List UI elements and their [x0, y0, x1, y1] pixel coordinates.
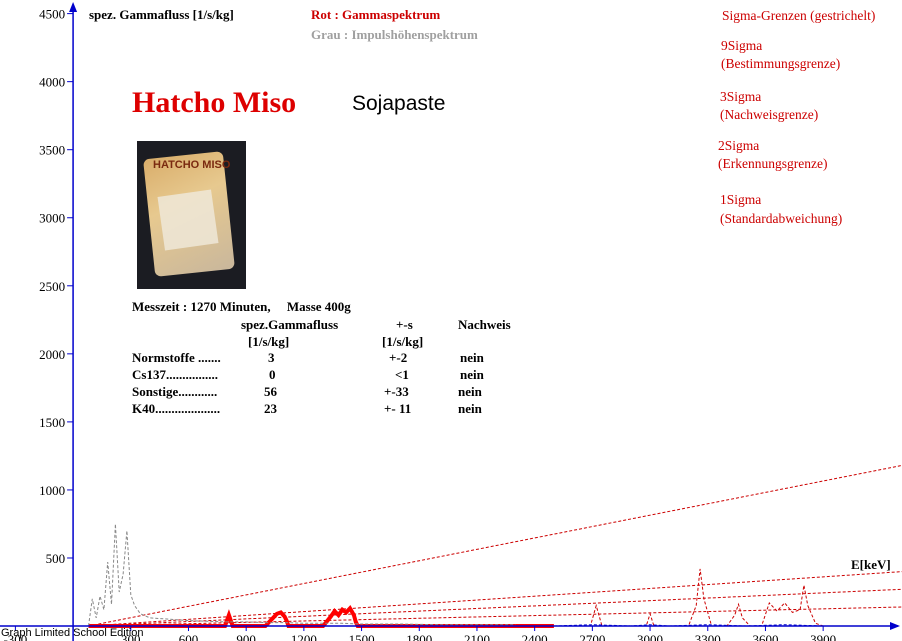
row-det: nein	[458, 401, 482, 416]
col-det-header: Nachweis	[458, 317, 511, 332]
y-tick-label: 3000	[39, 211, 65, 226]
series-line-1	[88, 523, 516, 627]
y-axis-label: spez. Gammafluss [1/s/kg]	[89, 7, 234, 22]
col-flux-unit: [1/s/kg]	[248, 334, 290, 349]
sigma3-label: 3Sigma	[720, 89, 762, 104]
row-det: nein	[460, 350, 484, 365]
package-label-image	[157, 189, 219, 251]
row-s: +- 11	[384, 401, 412, 416]
x-tick-label: 1500	[349, 632, 375, 641]
x-tick-label: 2700	[579, 632, 605, 641]
y-tick-label: 2000	[39, 347, 65, 362]
y-tick-label: 500	[46, 551, 66, 566]
sample-title: Hatcho Miso	[132, 86, 297, 119]
y-tick-label: 3500	[39, 143, 65, 158]
sigma2-label: 2Sigma	[718, 138, 760, 153]
x-axis-arrow	[890, 622, 900, 631]
series-lines	[88, 523, 824, 628]
x-tick-label: 2400	[522, 632, 548, 641]
sigma1-desc: (Standardabweichung)	[720, 211, 843, 226]
legend-red: Rot : Gammaspektrum	[311, 7, 441, 22]
col-flux-header: spez.Gammafluss	[241, 317, 339, 332]
x-axis-label: E[keV]	[851, 557, 891, 572]
col-s-unit: [1/s/kg]	[382, 334, 424, 349]
x-tick-label: 1200	[291, 632, 317, 641]
row-name: Cs137................	[132, 367, 218, 382]
sample-subtitle: Sojapaste	[352, 92, 446, 115]
y-tick-label: 1500	[39, 415, 65, 430]
sigma-lines	[88, 464, 902, 627]
row-s: +-2	[389, 350, 408, 365]
row-name: K40....................	[132, 401, 221, 416]
sigma3-desc: (Nachweisgrenze)	[720, 107, 819, 122]
y-tick-label: 4500	[39, 7, 65, 22]
legend-gray: Grau : Impulshöhenspektrum	[311, 27, 478, 42]
measurement-info: Messzeit : 1270 Minuten, Masse 400g	[132, 299, 351, 314]
x-tick-label: 1800	[406, 632, 432, 641]
x-tick-label: 3000	[637, 632, 663, 641]
sigma1-label: 1Sigma	[720, 192, 762, 207]
sigma-header: Sigma-Grenzen (gestrichelt)	[722, 8, 876, 23]
x-tick-label: 2100	[464, 632, 490, 641]
row-det: nein	[460, 367, 484, 382]
y-axis-arrow	[69, 2, 78, 12]
x-tick-label: 900	[236, 632, 256, 641]
sigma-line-3sigma	[88, 571, 902, 627]
row-flux: 23	[264, 401, 277, 416]
row-flux: 3	[268, 350, 275, 365]
package-lettering: HATCHO MISO	[153, 159, 231, 171]
y-tick-label: 1000	[39, 483, 65, 498]
x-tick-label: 600	[179, 632, 199, 641]
row-flux: 0	[269, 367, 276, 382]
row-name: Sonstige............	[132, 384, 218, 399]
row-flux: 56	[264, 384, 277, 399]
row-s: +-33	[384, 384, 409, 399]
sigma9-label: 9Sigma	[721, 38, 763, 53]
product-photo: HATCHO MISO	[137, 141, 246, 289]
series-line-2	[553, 568, 824, 627]
x-tick-label: 3900	[810, 632, 836, 641]
footer-text: Graph Limited School Edition	[1, 627, 144, 639]
row-det: nein	[458, 384, 482, 399]
row-name: Normstoffe .......	[132, 350, 221, 365]
col-s-header: +-s	[396, 317, 413, 332]
x-tick-label: 3600	[752, 632, 778, 641]
sigma-line-1sigma	[88, 606, 902, 627]
sigma9-desc: (Bestimmungsgrenze)	[721, 56, 841, 71]
y-tick-label: 4000	[39, 75, 65, 90]
row-s: <1	[395, 367, 409, 382]
x-tick-label: 3300	[695, 632, 721, 641]
sigma2-desc: (Erkennungsgrenze)	[718, 156, 828, 171]
y-tick-label: 2500	[39, 279, 65, 294]
sigma-line-9sigma	[88, 464, 902, 627]
